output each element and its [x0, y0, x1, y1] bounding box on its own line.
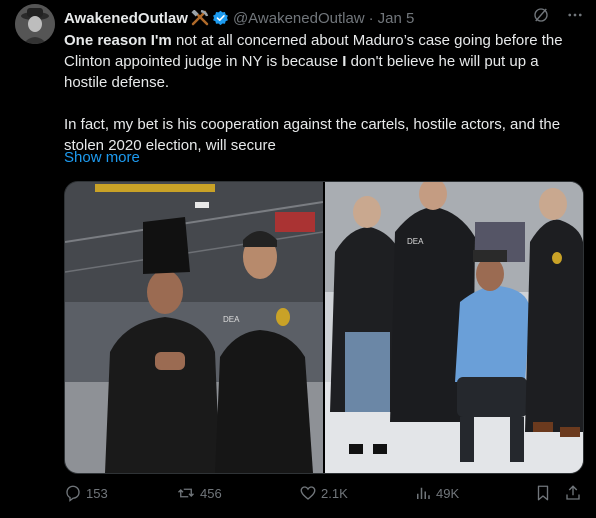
reply-count: 153: [86, 485, 108, 501]
bold-text: One reason I'm: [64, 32, 172, 49]
photo-right[interactable]: DEA: [325, 182, 583, 473]
more-icon[interactable]: [566, 6, 584, 29]
dea-patch-text: DEA: [223, 315, 240, 324]
header-actions: [532, 6, 584, 29]
avatar[interactable]: [15, 4, 55, 44]
post-paragraph-1: One reason I'm not at all concerned abou…: [64, 30, 584, 93]
like-button[interactable]: 2.1K: [299, 484, 348, 502]
post-header: AwakenedOutlaw @AwakenedOutlaw · Jan 5: [64, 8, 586, 28]
repost-count: 456: [200, 485, 222, 501]
separator-dot: ·: [368, 9, 374, 27]
share-button[interactable]: [564, 484, 582, 502]
like-icon: [300, 486, 316, 500]
like-count: 2.1K: [321, 485, 348, 501]
post-paragraph-2: In fact, my bet is his cooperation again…: [64, 116, 561, 154]
reply-button[interactable]: 153: [64, 484, 108, 502]
hammer-pick-icon: [191, 10, 209, 26]
verified-badge-icon[interactable]: [212, 10, 229, 27]
post-text: One reason I'm not at all concerned abou…: [64, 30, 584, 156]
views-count: 49K: [436, 485, 460, 501]
dea-patch-text: DEA: [407, 237, 424, 246]
repost-button[interactable]: 456: [176, 484, 222, 502]
media-grid: DEA DEA: [64, 181, 584, 474]
post-date[interactable]: Jan 5: [378, 10, 415, 27]
tweet: AwakenedOutlaw @AwakenedOutlaw · Jan 5 O…: [0, 0, 596, 518]
author-name[interactable]: AwakenedOutlaw: [64, 10, 188, 27]
share-icon: [566, 485, 580, 500]
photo-left[interactable]: DEA: [65, 182, 323, 473]
views-button[interactable]: 49K: [414, 484, 459, 502]
views-icon: [417, 487, 430, 499]
repost-icon: [178, 488, 194, 498]
action-bar: 153 456 2.1K 49K: [64, 484, 586, 506]
grok-icon[interactable]: [532, 6, 550, 29]
bookmark-icon: [537, 485, 549, 501]
show-more-link[interactable]: Show more: [64, 149, 140, 166]
author-handle[interactable]: @AwakenedOutlaw: [233, 10, 365, 27]
reply-icon: [66, 485, 80, 502]
bookmark-button[interactable]: [534, 484, 552, 502]
